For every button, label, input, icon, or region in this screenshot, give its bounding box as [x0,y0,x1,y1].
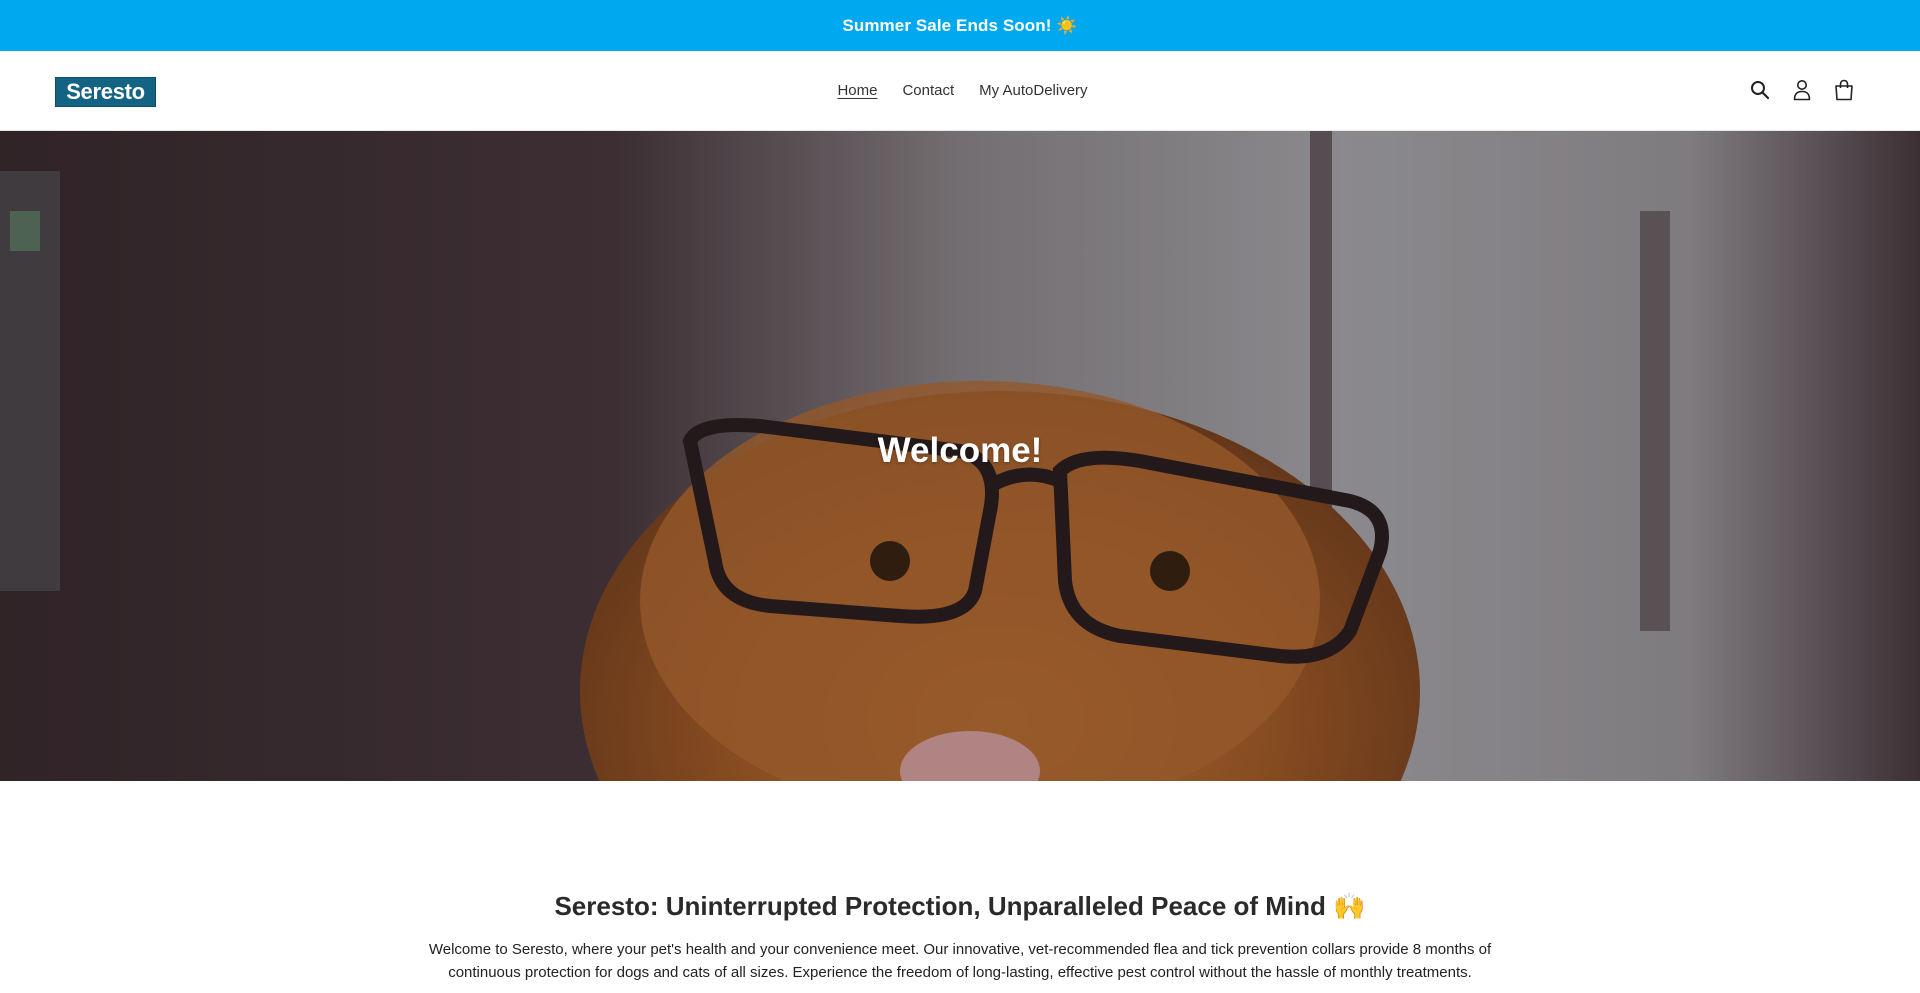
hero-banner: Welcome! [0,131,1920,781]
nav-my-autodelivery[interactable]: My AutoDelivery [979,82,1087,99]
nav-home[interactable]: Home [837,82,877,99]
search-icon[interactable] [1748,76,1772,104]
intro-section: Seresto: Uninterrupted Protection, Unpar… [0,781,1920,984]
cart-icon[interactable] [1832,76,1856,104]
intro-body: Welcome to Seresto, where your pet's hea… [428,941,1492,981]
account-icon[interactable] [1790,76,1814,104]
hero-title: Welcome! [877,431,1043,470]
logo-text: Seresto [66,79,145,104]
header-icons [1748,76,1856,104]
announcement-text: Summer Sale Ends Soon! ☀️ [842,15,1078,35]
intro-heading: Seresto: Uninterrupted Protection, Unpar… [554,891,1366,921]
announcement-bar: Summer Sale Ends Soon! ☀️ [0,0,1920,51]
seresto-logo[interactable]: Seresto [55,77,156,107]
site-header: Seresto Home Contact My AutoDelivery [0,51,1920,131]
nav-contact[interactable]: Contact [902,82,954,99]
main-nav: Home Contact My AutoDelivery [0,51,1920,130]
